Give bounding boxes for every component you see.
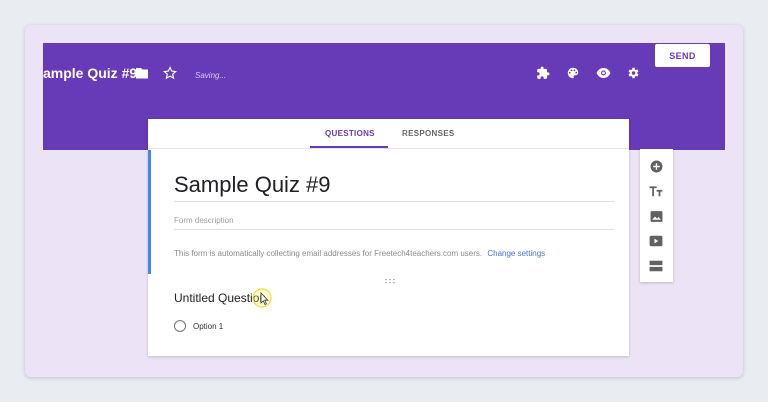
star-icon[interactable] <box>162 65 178 81</box>
drag-handle-icon[interactable] <box>384 278 396 284</box>
add-section-icon[interactable] <box>648 258 664 274</box>
preview-icon[interactable] <box>595 65 611 81</box>
addon-icon[interactable] <box>535 65 551 81</box>
settings-icon[interactable] <box>625 65 641 81</box>
tab-bar: QUESTIONS RESPONSES <box>148 119 629 149</box>
active-section-accent <box>148 150 151 274</box>
email-collection-notice: This form is automatically collecting em… <box>174 249 545 258</box>
add-question-icon[interactable] <box>648 158 664 174</box>
radio-option-1[interactable] <box>174 320 186 332</box>
notice-text: This form is automatically collecting em… <box>174 249 483 258</box>
add-video-icon[interactable] <box>648 233 664 249</box>
question-toolbar <box>640 149 673 282</box>
description-underline <box>174 229 614 230</box>
title-underline <box>174 201 614 202</box>
form-card: QUESTIONS RESPONSES Sample Quiz #9 Form … <box>148 119 629 356</box>
saving-status: Saving... <box>195 71 227 80</box>
form-name[interactable]: ample Quiz #9 <box>43 65 137 81</box>
add-image-icon[interactable] <box>648 208 664 224</box>
change-settings-link[interactable]: Change settings <box>487 249 545 258</box>
mouse-cursor-icon <box>252 288 272 308</box>
browser-frame: ample Quiz #9 Saving... SEND QUESTIONS R… <box>25 25 743 377</box>
palette-icon[interactable] <box>565 65 581 81</box>
add-title-icon[interactable] <box>648 183 664 199</box>
active-tab-indicator <box>310 146 388 148</box>
tab-responses[interactable]: RESPONSES <box>402 129 455 138</box>
form-title[interactable]: Sample Quiz #9 <box>174 172 331 198</box>
tab-questions[interactable]: QUESTIONS <box>325 129 375 138</box>
form-description-field[interactable]: Form description <box>174 216 234 225</box>
send-button[interactable]: SEND <box>655 44 710 67</box>
folder-icon[interactable] <box>134 65 150 81</box>
option-label[interactable]: Option 1 <box>193 322 223 331</box>
